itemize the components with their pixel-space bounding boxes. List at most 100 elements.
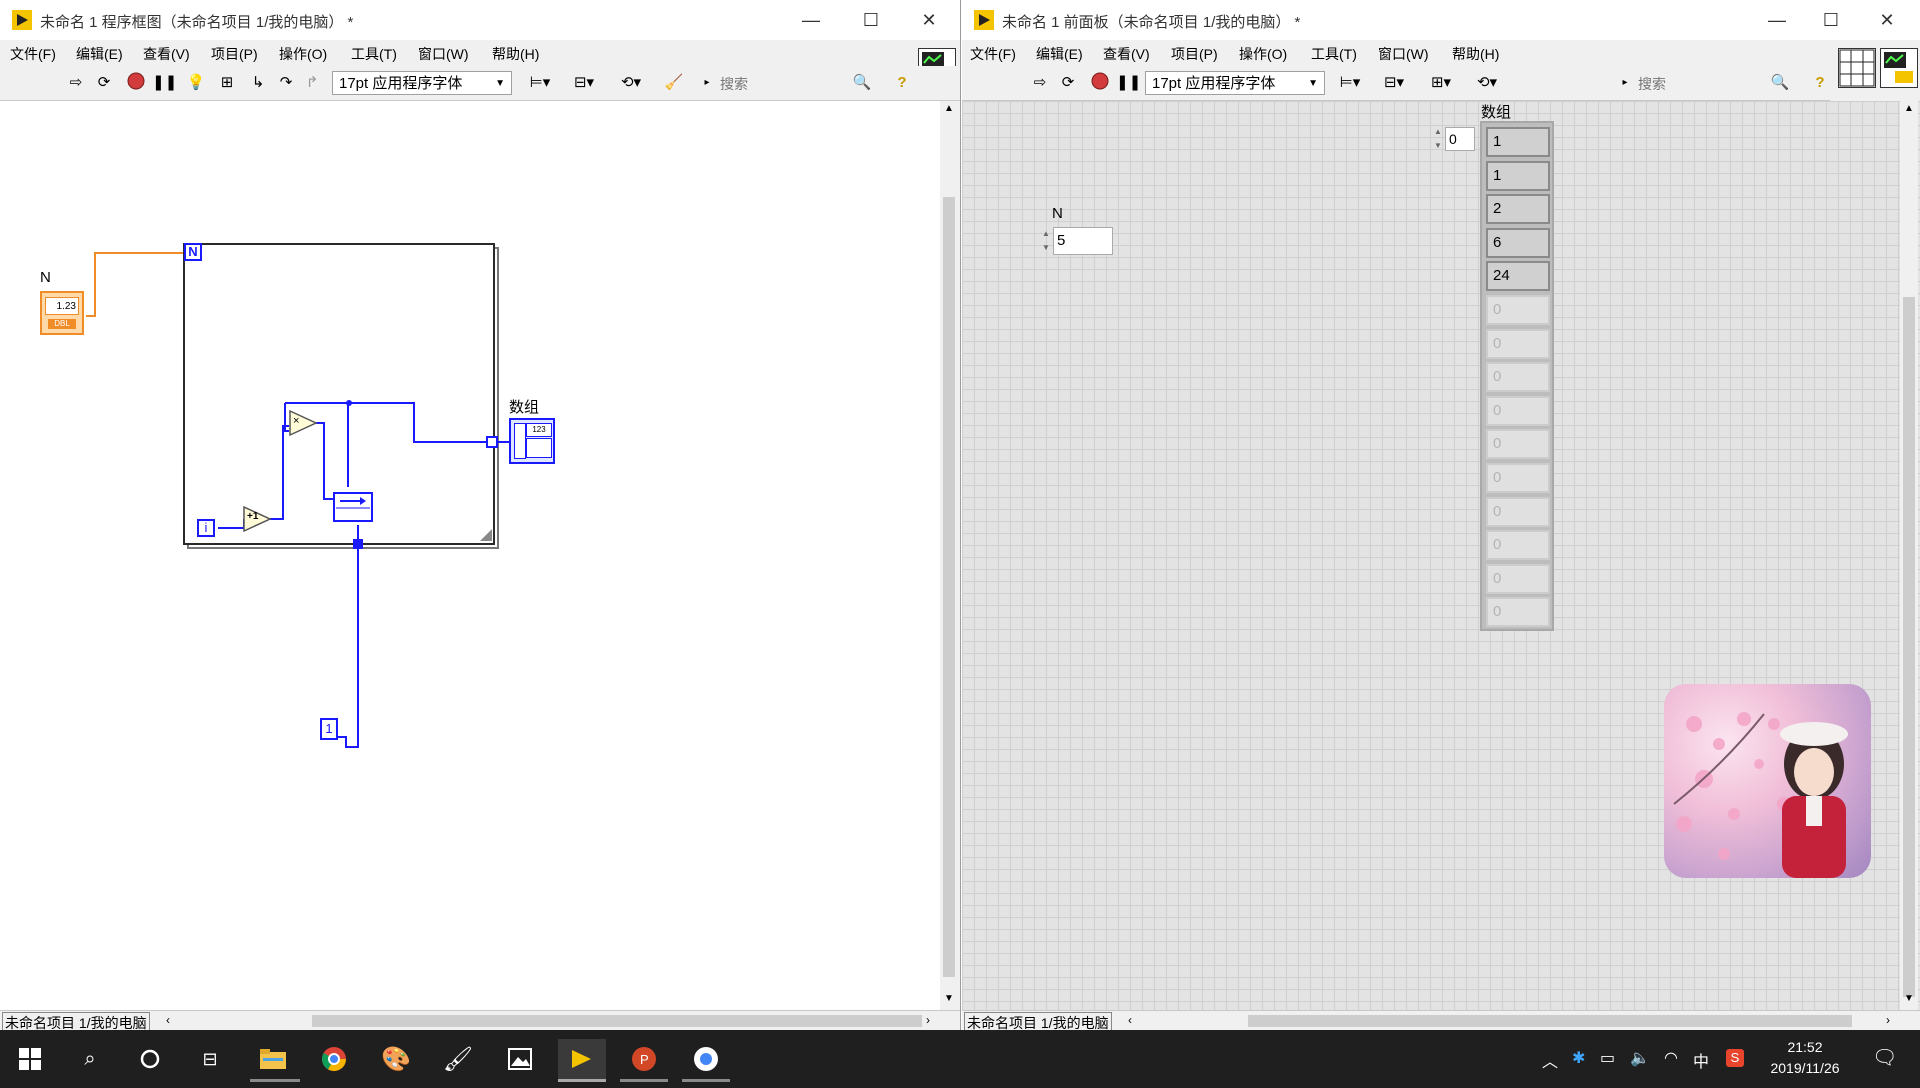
array-element[interactable]: 0 [1486, 395, 1550, 426]
chrome-canary-icon[interactable] [686, 1039, 726, 1079]
context-help-icon[interactable]: ? [1808, 72, 1832, 94]
font-selector[interactable]: 17pt 应用程序字体 ▼ [332, 71, 512, 95]
ime-indicator[interactable]: 中 [1693, 1048, 1709, 1072]
array-element[interactable]: 24 [1486, 261, 1550, 292]
close-button[interactable]: ✕ [906, 6, 952, 34]
show-hidden-icons-icon[interactable]: ︿ [1542, 1048, 1558, 1072]
array-element[interactable]: 0 [1486, 362, 1550, 393]
menu-window[interactable]: 窗口(W) [1378, 44, 1429, 64]
scroll-thumb[interactable] [1903, 297, 1915, 997]
step-into-icon[interactable]: ↳ [246, 72, 270, 94]
index-arrows[interactable]: ▲ ▼ [1432, 125, 1444, 155]
n-control-terminal[interactable]: 1.23 DBL [40, 291, 84, 335]
array-element[interactable]: 0 [1486, 530, 1550, 561]
menu-operate[interactable]: 操作(O) [1239, 44, 1287, 64]
increment-decrement-arrows[interactable]: ▲ ▼ [1040, 227, 1052, 257]
align-objects-icon[interactable]: ⊨▾ [524, 72, 556, 94]
menu-help[interactable]: 帮助(H) [1452, 44, 1499, 64]
chrome-icon[interactable] [314, 1039, 354, 1079]
start-icon[interactable] [10, 1039, 50, 1079]
menu-file[interactable]: 文件(F) [970, 44, 1016, 64]
array-element[interactable]: 1 [1486, 160, 1550, 191]
n-value-field[interactable]: 5 [1053, 227, 1113, 255]
menu-file[interactable]: 文件(F) [10, 44, 56, 64]
close-button[interactable]: ✕ [1864, 6, 1910, 34]
paint-3d-icon[interactable]: 🎨 [376, 1039, 416, 1079]
photos-icon[interactable] [500, 1039, 540, 1079]
paint-icon[interactable]: 🖌 [438, 1039, 478, 1079]
maximize-button[interactable]: ☐ [1808, 6, 1854, 34]
clock[interactable]: 21:52 2019/11/26 [1760, 1037, 1850, 1079]
menu-edit[interactable]: 编辑(E) [1036, 44, 1083, 64]
scroll-right-icon[interactable]: › [926, 1013, 930, 1027]
sogou-ime-icon[interactable]: S [1726, 1049, 1744, 1067]
array-element[interactable]: 0 [1486, 295, 1550, 325]
array-index-display[interactable]: ▲ ▼ 0 [1432, 125, 1476, 155]
scroll-left-icon[interactable]: ‹ [166, 1013, 170, 1027]
search-icon[interactable]: 🔍 [1768, 72, 1792, 94]
horizontal-scroll-thumb[interactable] [312, 1015, 922, 1027]
array-element[interactable]: 2 [1486, 194, 1550, 225]
menu-operate[interactable]: 操作(O) [279, 44, 327, 64]
menu-project[interactable]: 项目(P) [1171, 44, 1218, 64]
bluetooth-icon[interactable]: ✱ [1572, 1048, 1585, 1068]
iteration-terminal[interactable]: i [197, 519, 215, 537]
search-icon[interactable]: ⌕ [70, 1039, 110, 1079]
menu-project[interactable]: 项目(P) [211, 44, 258, 64]
cortana-icon[interactable] [130, 1039, 170, 1079]
labview-icon[interactable] [558, 1039, 606, 1079]
vertical-scrollbar[interactable]: ▲ ▼ [940, 101, 958, 1010]
scroll-up-icon[interactable]: ▲ [944, 103, 954, 114]
menu-edit[interactable]: 编辑(E) [76, 44, 123, 64]
powerpoint-icon[interactable]: P [624, 1039, 664, 1079]
maximize-button[interactable]: ☐ [848, 6, 894, 34]
array-element[interactable]: 0 [1486, 597, 1550, 628]
menu-help[interactable]: 帮助(H) [492, 44, 539, 64]
n-control[interactable]: ▲ ▼ 5 [1040, 227, 1114, 257]
file-explorer-icon[interactable] [253, 1039, 293, 1079]
scroll-down-icon[interactable]: ▼ [944, 993, 954, 1004]
search-scope-arrow-icon[interactable]: ▸ [1620, 72, 1630, 94]
array-element[interactable]: 1 [1486, 127, 1550, 157]
highlight-execution-icon[interactable]: 💡 [184, 72, 208, 94]
menu-tools[interactable]: 工具(T) [1311, 44, 1357, 64]
search-scope-arrow-icon[interactable]: ▸ [702, 72, 712, 94]
minimize-button[interactable]: — [1754, 6, 1800, 34]
block-diagram-canvas[interactable]: N 1.23 DBL N i +1 × 1 数组 123 [0, 101, 940, 1010]
step-over-icon[interactable]: ↷ [274, 72, 298, 94]
array-element[interactable]: 0 [1486, 563, 1550, 594]
scroll-thumb[interactable] [943, 197, 955, 977]
abort-icon[interactable] [124, 72, 148, 94]
run-continuously-icon[interactable]: ⟳ [92, 72, 116, 94]
clean-up-diagram-icon[interactable]: 🧹 [660, 72, 688, 94]
wifi-icon[interactable]: ◠ [1664, 1048, 1678, 1068]
pause-icon[interactable]: ❚❚ [152, 72, 177, 94]
run-arrow-icon[interactable]: ⇨ [64, 72, 88, 94]
scroll-left-icon[interactable]: ‹ [1128, 1013, 1132, 1027]
horizontal-scroll-thumb[interactable] [1248, 1015, 1852, 1027]
distribute-objects-icon[interactable]: ⊟▾ [568, 72, 600, 94]
minimize-button[interactable]: — [788, 6, 834, 34]
scroll-down-icon[interactable]: ▼ [1904, 993, 1914, 1004]
menu-tools[interactable]: 工具(T) [351, 44, 397, 64]
search-icon[interactable]: 🔍 [850, 72, 874, 94]
index-value[interactable]: 0 [1445, 127, 1475, 151]
reorder-icon[interactable]: ⟲▾ [614, 72, 648, 94]
menu-view[interactable]: 查看(V) [1103, 44, 1150, 64]
context-help-icon[interactable]: ? [890, 72, 914, 94]
retain-wire-values-icon[interactable]: ⊞ [214, 72, 240, 94]
search-input[interactable] [1636, 71, 1750, 97]
block-diagram-titlebar[interactable]: 未命名 1 程序框图（未命名项目 1/我的电脑） * — ☐ ✕ [0, 0, 960, 40]
vertical-scrollbar[interactable]: ▲ ▼ [1900, 101, 1918, 1010]
notification-center-icon[interactable]: 🗨 [1872, 1045, 1897, 1070]
front-panel-titlebar[interactable]: 未命名 1 前面板（未命名项目 1/我的电脑） * — ☐ ✕ [962, 0, 1920, 40]
scroll-right-icon[interactable]: › [1886, 1013, 1890, 1027]
loop-count-terminal[interactable]: N [184, 243, 202, 261]
array-indicator-terminal[interactable]: 123 [509, 418, 555, 464]
step-out-icon[interactable]: ↱ [300, 72, 324, 94]
array-element[interactable]: 0 [1486, 429, 1550, 460]
array-element[interactable]: 0 [1486, 496, 1550, 527]
array-element[interactable]: 0 [1486, 328, 1550, 359]
menu-view[interactable]: 查看(V) [143, 44, 190, 64]
front-panel-canvas[interactable]: N ▲ ▼ 5 数组 ▲ ▼ 0 1 1 2 6 24 0 0 0 0 0 0 0 0 0 0 [962, 101, 1920, 1010]
